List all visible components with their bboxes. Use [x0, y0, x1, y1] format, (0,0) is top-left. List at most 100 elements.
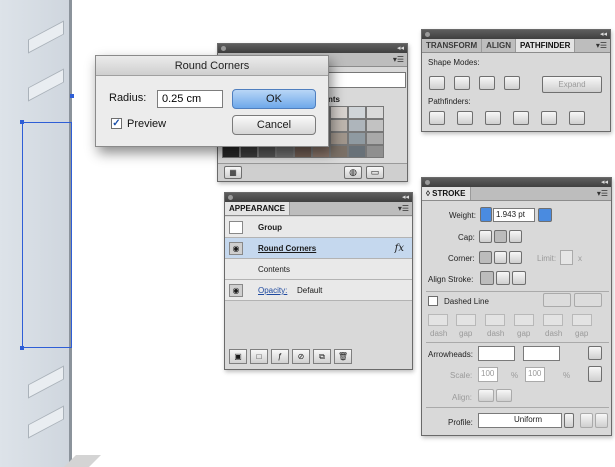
swatch[interactable]: [330, 106, 348, 119]
duplicate-item-icon[interactable]: ⧉: [313, 349, 331, 364]
link-scale-icon[interactable]: [588, 366, 602, 382]
cancel-button[interactable]: Cancel: [232, 115, 316, 135]
titlebar[interactable]: ◂◂: [225, 193, 412, 202]
gap-field[interactable]: [456, 314, 476, 326]
swatch[interactable]: [348, 132, 366, 145]
panel-menu-icon[interactable]: ▾☰: [596, 39, 607, 53]
anchor-point[interactable]: [20, 346, 24, 350]
tab-stroke[interactable]: ◊ STROKE: [422, 187, 471, 200]
collapse-icon[interactable]: ◂◂: [601, 178, 608, 187]
close-icon[interactable]: [228, 195, 233, 200]
end-scale-input[interactable]: 100: [525, 367, 545, 382]
swatch-options-icon[interactable]: ◍: [344, 166, 362, 179]
start-arrowhead-select[interactable]: [478, 346, 515, 361]
panel-menu-icon[interactable]: ▾☰: [597, 187, 608, 201]
dash-field[interactable]: [485, 314, 505, 326]
fx-icon[interactable]: fx: [395, 238, 404, 259]
divide-icon[interactable]: [429, 111, 445, 125]
dashed-line-checkbox[interactable]: [428, 296, 438, 306]
new-swatch-icon[interactable]: ▭: [366, 166, 384, 179]
add-stroke-icon[interactable]: ▣: [229, 349, 247, 364]
trim-icon[interactable]: [457, 111, 473, 125]
add-fill-icon[interactable]: □: [250, 349, 268, 364]
weight-input[interactable]: 1.943 pt: [493, 208, 535, 222]
titlebar[interactable]: ◂◂: [218, 44, 407, 53]
profile-dropdown-icon[interactable]: [564, 413, 574, 428]
projecting-cap-icon[interactable]: [509, 230, 522, 243]
swatch[interactable]: [330, 132, 348, 145]
swatch[interactable]: [366, 119, 384, 132]
bevel-join-icon[interactable]: [509, 251, 522, 264]
tab-align[interactable]: ALIGN: [482, 39, 516, 52]
dash-field[interactable]: [428, 314, 448, 326]
selected-path[interactable]: [22, 122, 72, 348]
round-join-icon[interactable]: [494, 251, 507, 264]
dash-field[interactable]: [543, 314, 563, 326]
tab-appearance[interactable]: APPEARANCE: [225, 202, 291, 215]
preview-checkbox[interactable]: ✓: [111, 118, 122, 129]
flip-across-icon[interactable]: [595, 413, 608, 428]
appearance-row-round-corners[interactable]: ◉ Round Corners fx: [225, 238, 412, 259]
close-icon[interactable]: [425, 32, 430, 37]
arrow-tip-beyond-icon[interactable]: [478, 389, 494, 402]
expand-button[interactable]: Expand: [542, 76, 602, 93]
collapse-icon[interactable]: ◂◂: [600, 30, 607, 39]
gap-field[interactable]: [514, 314, 534, 326]
align-outside-icon[interactable]: [512, 271, 526, 285]
crop-icon[interactable]: [513, 111, 529, 125]
eye-icon[interactable]: ◉: [229, 242, 243, 255]
merge-icon[interactable]: [485, 111, 501, 125]
radius-input[interactable]: [157, 90, 223, 108]
minus-front-icon[interactable]: [454, 76, 470, 90]
minus-back-icon[interactable]: [569, 111, 585, 125]
swatch[interactable]: [330, 145, 348, 158]
tab-transform[interactable]: TRANSFORM: [422, 39, 483, 52]
dash-align-icon[interactable]: [574, 293, 602, 307]
round-corners-effect-link[interactable]: Round Corners: [258, 238, 316, 259]
collapse-icon[interactable]: ◂◂: [397, 44, 404, 53]
align-center-icon[interactable]: [480, 271, 494, 285]
swatch[interactable]: [366, 106, 384, 119]
swap-arrowheads-icon[interactable]: [588, 346, 602, 360]
close-icon[interactable]: [425, 180, 430, 185]
dash-preserve-icon[interactable]: [543, 293, 571, 307]
swatch[interactable]: [348, 106, 366, 119]
end-arrowhead-select[interactable]: [523, 346, 560, 361]
opacity-link[interactable]: Opacity:: [258, 280, 287, 301]
arrow-tip-at-end-icon[interactable]: [496, 389, 512, 402]
align-inside-icon[interactable]: [496, 271, 510, 285]
start-scale-input[interactable]: 100: [478, 367, 498, 382]
flip-along-icon[interactable]: [580, 413, 593, 428]
delete-item-icon[interactable]: 🗑: [334, 349, 352, 364]
appearance-row-contents[interactable]: Contents: [225, 259, 412, 280]
miter-join-icon[interactable]: [479, 251, 492, 264]
exclude-icon[interactable]: [504, 76, 520, 90]
weight-stepper[interactable]: [480, 207, 492, 222]
panel-menu-icon[interactable]: ▾☰: [398, 202, 409, 216]
anchor-point[interactable]: [70, 94, 74, 98]
swatch[interactable]: [330, 119, 348, 132]
appearance-row-group[interactable]: Group: [225, 217, 412, 238]
close-icon[interactable]: [221, 46, 226, 51]
intersect-icon[interactable]: [479, 76, 495, 90]
appearance-row-opacity[interactable]: ◉ Opacity: Default: [225, 280, 412, 301]
limit-stepper[interactable]: [560, 250, 573, 265]
swatch[interactable]: [366, 145, 384, 158]
round-cap-icon[interactable]: [494, 230, 507, 243]
outline-icon[interactable]: [541, 111, 557, 125]
add-effect-icon[interactable]: ƒ: [271, 349, 289, 364]
swatch[interactable]: [366, 132, 384, 145]
swatch[interactable]: [348, 145, 366, 158]
swatch[interactable]: [348, 119, 366, 132]
swatch-library-icon[interactable]: ▦: [224, 166, 242, 179]
weight-dropdown-icon[interactable]: [538, 208, 552, 222]
clear-appearance-icon[interactable]: ⊘: [292, 349, 310, 364]
anchor-point[interactable]: [20, 120, 24, 124]
collapse-icon[interactable]: ◂◂: [402, 193, 409, 202]
unite-icon[interactable]: [429, 76, 445, 90]
gap-field[interactable]: [572, 314, 592, 326]
ok-button[interactable]: OK: [232, 89, 316, 109]
swatch-select[interactable]: [328, 72, 406, 88]
titlebar[interactable]: ◂◂: [422, 178, 611, 187]
titlebar[interactable]: ◂◂: [422, 30, 610, 39]
